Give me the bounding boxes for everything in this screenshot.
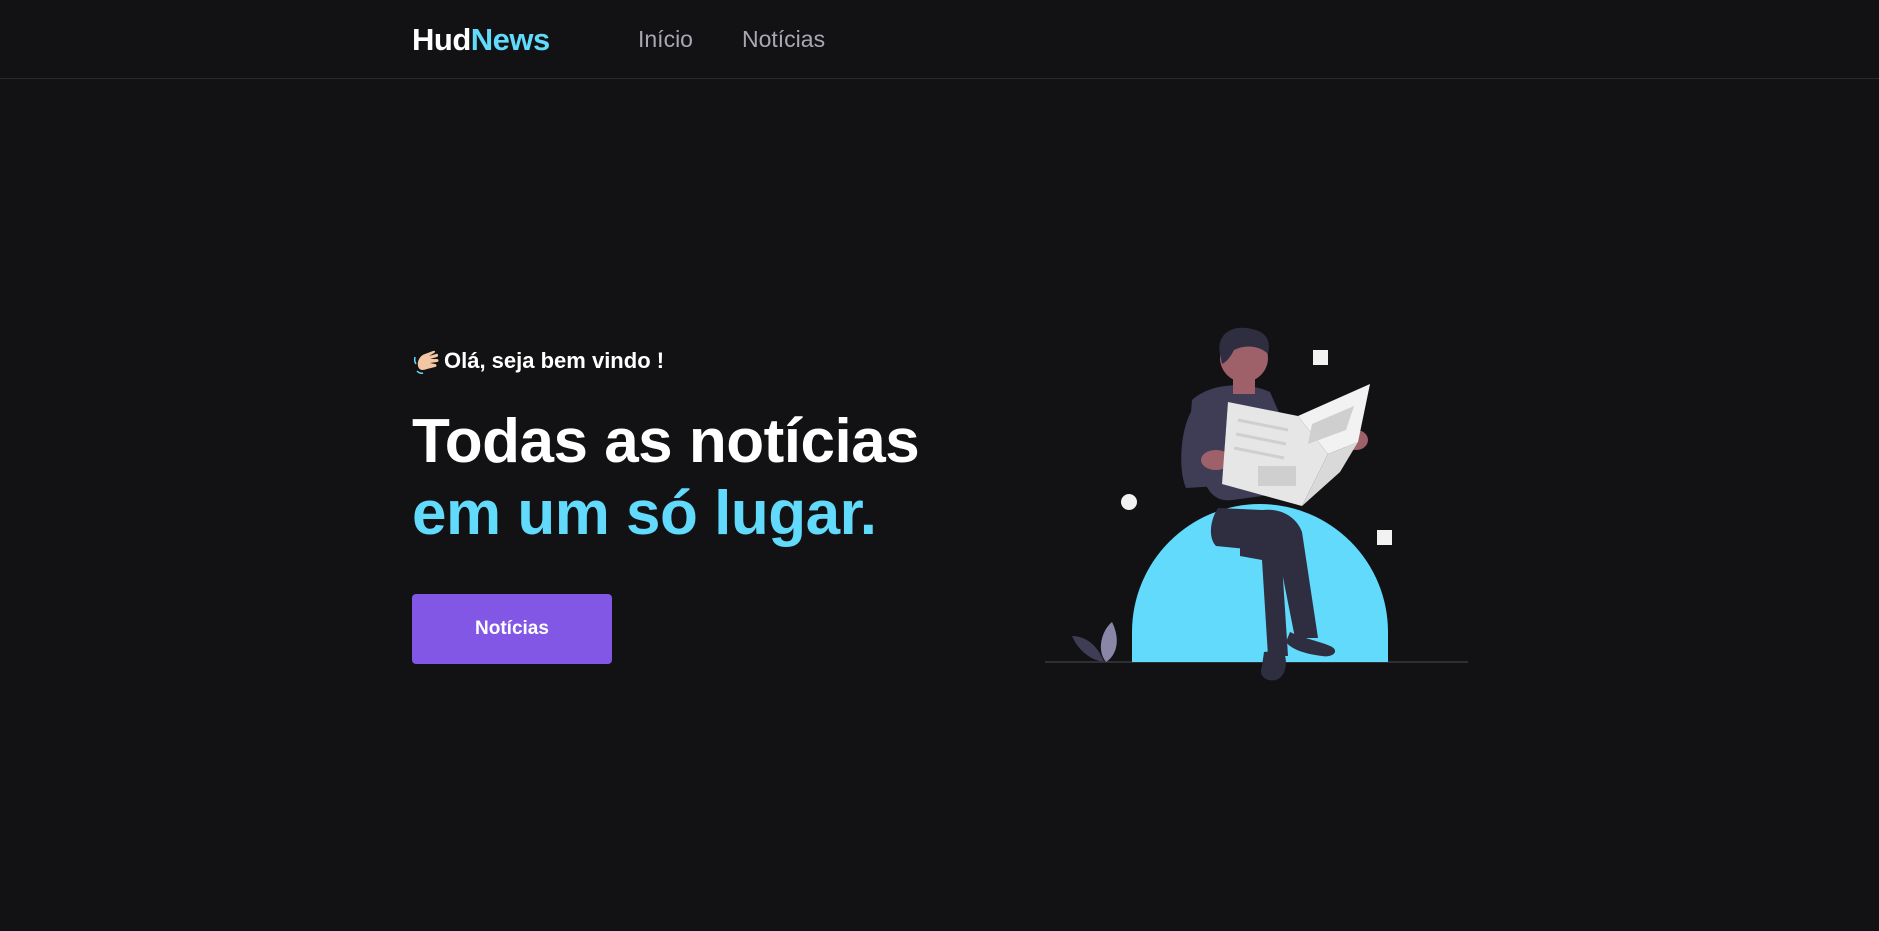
greeting-text: Olá, seja bem vindo ! bbox=[444, 348, 665, 373]
man-reading-newspaper-illustration bbox=[1040, 320, 1480, 690]
logo-part-news: News bbox=[470, 22, 550, 57]
greeting: Olá, seja bem vindo ! bbox=[412, 346, 919, 376]
top-header: HudNews Início Notícias bbox=[0, 0, 1879, 79]
headline-line-1: Todas as notícias bbox=[412, 407, 920, 476]
logo[interactable]: HudNews bbox=[412, 20, 550, 60]
main-nav: Início Notícias bbox=[638, 24, 825, 54]
headline-line-2: em um só lugar. bbox=[412, 479, 877, 548]
logo-part-hud: Hud bbox=[412, 22, 471, 57]
page-title: Todas as notícias em um só lugar. bbox=[412, 406, 920, 550]
hero-section: Olá, seja bem vindo ! Todas as notícias … bbox=[412, 346, 920, 592]
nav-link-noticias[interactable]: Notícias bbox=[742, 24, 825, 54]
noticias-button[interactable]: Notícias bbox=[412, 594, 612, 664]
waving-hand-icon bbox=[412, 347, 442, 375]
nav-link-inicio[interactable]: Início bbox=[638, 24, 693, 54]
